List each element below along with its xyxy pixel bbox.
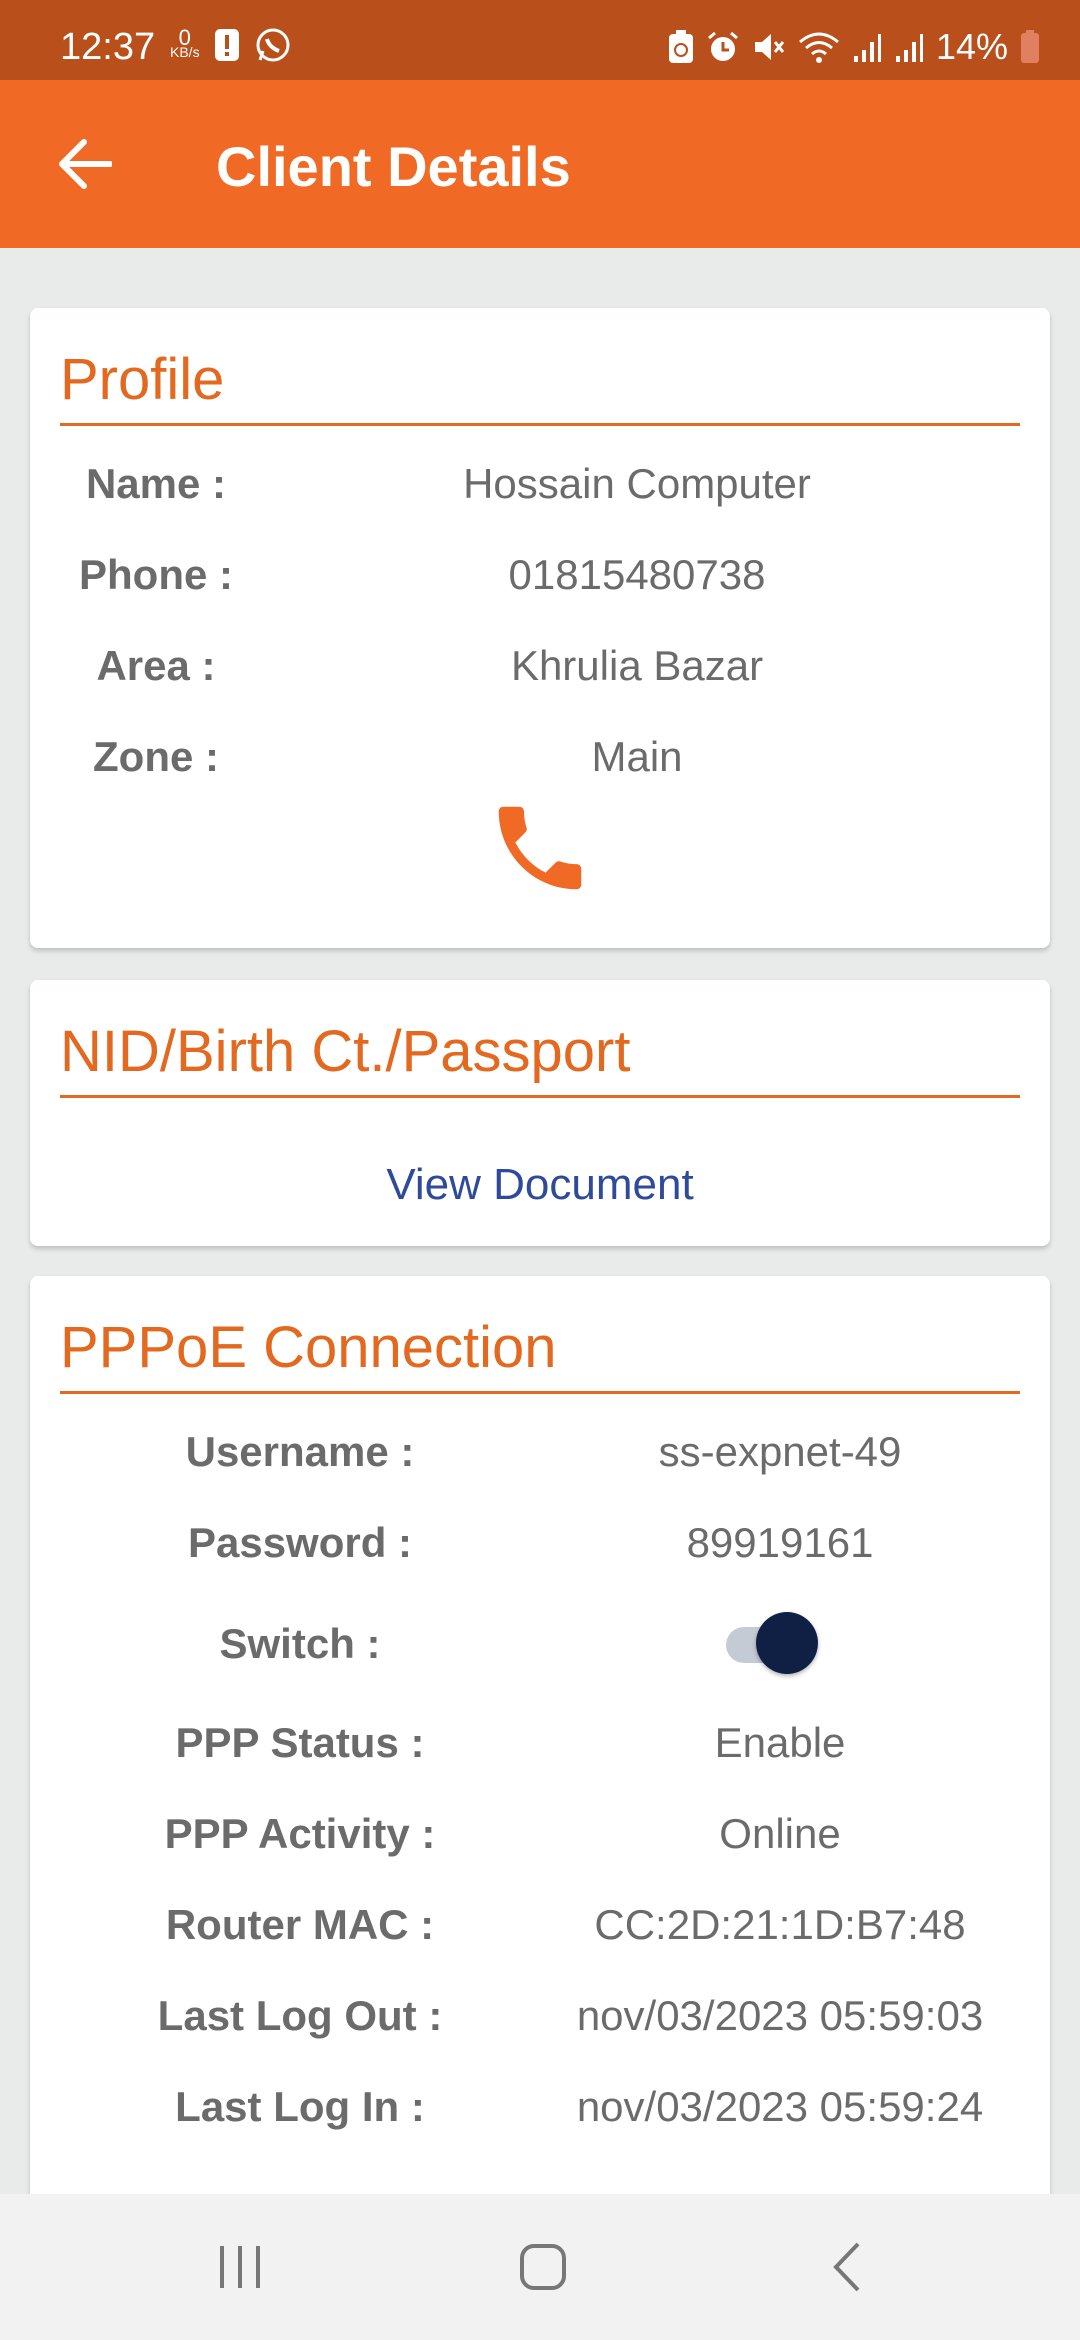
recent-apps-icon[interactable] xyxy=(200,2236,280,2296)
name-value: Hossain Computer xyxy=(463,460,811,507)
network-speed-value: 0 xyxy=(178,25,191,50)
pppoe-row-mac: Router MAC : CC:2D:21:1D:B7:48 xyxy=(30,1901,1050,1971)
password-label: Password : xyxy=(187,1519,413,1566)
ppp-switch-toggle[interactable] xyxy=(722,1610,822,1674)
profile-row-phone: Phone : 01815480738 xyxy=(30,551,1050,621)
pppoe-row-password: Password : 89919161 xyxy=(30,1519,1050,1589)
battery-percent: 14% xyxy=(935,26,1008,67)
pppoe-row-switch: Switch : xyxy=(30,1610,1050,1690)
wifi-icon xyxy=(798,32,839,63)
router-mac-value: CC:2D:21:1D:B7:48 xyxy=(594,1901,966,1948)
pppoe-row-status: PPP Status : Enable xyxy=(30,1719,1050,1789)
ppp-activity-label: PPP Activity : xyxy=(164,1810,436,1857)
nid-card: NID/Birth Ct./Passport View Document xyxy=(30,980,1050,1246)
nid-title: NID/Birth Ct./Passport xyxy=(60,1018,1020,1098)
router-mac-label: Router MAC : xyxy=(165,1901,435,1948)
back-arrow-icon[interactable] xyxy=(56,138,112,190)
network-speed-unit: KB/s xyxy=(170,44,200,60)
switch-label: Switch : xyxy=(219,1620,381,1667)
battery-icon xyxy=(1021,30,1039,63)
mute-icon xyxy=(754,34,785,60)
back-nav-icon[interactable] xyxy=(806,2236,886,2296)
status-bar: 12:37 0 KB/s 14% xyxy=(0,0,1080,80)
signal-icon xyxy=(895,34,923,62)
last-login-label: Last Log In : xyxy=(175,2083,425,2130)
profile-row-area: Area : Khrulia Bazar xyxy=(30,642,1050,712)
alarm-icon xyxy=(707,31,738,61)
username-label: Username : xyxy=(185,1428,415,1475)
ppp-activity-value: Online xyxy=(719,1810,841,1857)
pppoe-row-login: Last Log In : nov/03/2023 05:59:24 xyxy=(30,2083,1050,2153)
phone-label: Phone : xyxy=(79,551,233,598)
home-icon[interactable] xyxy=(503,2236,583,2296)
profile-title: Profile xyxy=(60,346,1020,426)
last-logout-label: Last Log Out : xyxy=(157,1992,443,2039)
view-document-link[interactable]: View Document xyxy=(30,1160,1050,1210)
signal-icon xyxy=(853,34,881,62)
profile-card: Profile Name : Hossain Computer Phone : … xyxy=(30,308,1050,948)
phone-value: 01815480738 xyxy=(508,551,766,598)
area-label: Area : xyxy=(96,642,216,689)
zone-label: Zone : xyxy=(93,733,219,780)
status-time: 12:37 xyxy=(60,26,156,68)
phone-call-icon[interactable] xyxy=(485,793,595,903)
alert-icon xyxy=(214,29,239,61)
profile-row-name: Name : Hossain Computer xyxy=(30,460,1050,530)
pppoe-row-activity: PPP Activity : Online xyxy=(30,1810,1050,1880)
toggle-knob xyxy=(756,1612,818,1674)
pppoe-row-username: Username : ss-expnet-49 xyxy=(30,1428,1050,1498)
ppp-status-value: Enable xyxy=(714,1719,846,1766)
recycle-icon xyxy=(668,30,693,63)
username-value: ss-expnet-49 xyxy=(658,1428,902,1475)
pppoe-row-logout: Last Log Out : nov/03/2023 05:59:03 xyxy=(30,1992,1050,2062)
page-title: Client Details xyxy=(216,135,571,198)
pppoe-title: PPPoE Connection xyxy=(60,1314,1020,1394)
name-label: Name : xyxy=(85,460,227,507)
last-login-value: nov/03/2023 05:59:24 xyxy=(576,2083,984,2130)
zone-value: Main xyxy=(591,733,683,780)
last-logout-value: nov/03/2023 05:59:03 xyxy=(576,1992,984,2039)
system-nav-bar xyxy=(0,2194,1080,2340)
area-value: Khrulia Bazar xyxy=(510,642,764,689)
password-value: 89919161 xyxy=(686,1519,874,1566)
ppp-status-label: PPP Status : xyxy=(175,1719,425,1766)
pppoe-card: PPPoE Connection Username : ss-expnet-49… xyxy=(30,1276,1050,2236)
network-speed: 0 KB/s xyxy=(170,25,200,60)
app-bar: Client Details xyxy=(0,80,1080,248)
whatsapp-icon xyxy=(256,28,290,62)
